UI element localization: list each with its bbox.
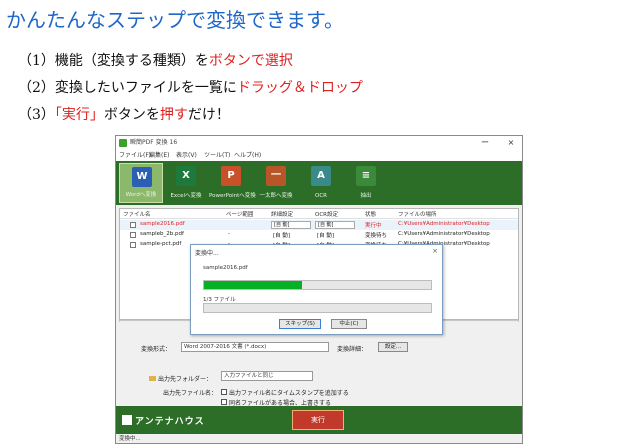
file-checkbox[interactable] [130,242,136,248]
current-file-name: sample2016.pdf [203,265,248,271]
file-checkbox[interactable] [130,232,136,238]
progress-dialog: 変換中... × sample2016.pdf 1/3 ファイル スキップ(S)… [190,244,443,335]
ocr-label: OCR [315,193,327,199]
antennahouse-logo-icon [122,415,132,425]
file-pages: - [228,231,230,237]
file-status: 変換待ち [365,233,388,239]
word-convert-button[interactable]: W Wordへ変換 [119,163,163,203]
file-location: C:¥Users¥Administrator¥Desktop [398,231,490,237]
menu-file[interactable]: ファイル(F) [119,150,151,161]
minimize-button[interactable]: ー [478,136,492,150]
ribbon-toolbar: W Wordへ変換 X Excelへ変換 P PowerPointへ変換 一 一… [116,161,522,205]
powerpoint-convert-button[interactable]: P PowerPointへ変換 [209,163,256,203]
output-folder-select[interactable]: 入力ファイルと同じ [221,371,313,381]
step-2-highlight: ドラッグ＆ドロップ [236,80,363,96]
step-3-lead: （3） [18,107,55,123]
output-folder-label: 出力先フォルダー： [149,374,212,383]
overwrite-checkbox[interactable] [221,399,227,405]
dialog-close-icon[interactable]: × [432,247,438,255]
file-count: 1/3 ファイル [203,297,236,303]
file-location: C:¥Users¥Administrator¥Desktop [398,221,490,227]
word-convert-label: Wordへ変換 [125,192,157,198]
file-row[interactable]: sampleb_2b.pdf - [自 動] [自 動] 変換待ち C:¥Use… [120,230,518,240]
ocr-button[interactable]: A OCR [299,163,343,203]
file-name: sample2016.pdf [140,221,185,227]
ocr-icon: A [311,166,331,186]
step-1: （1）機能（変換する種類）をボタンで選択 [18,50,293,70]
file-name: sample-pct.pdf [140,241,182,247]
folder-icon [149,376,156,381]
menu-bar: ファイル(F) 編集(E) 表示(V) ツール(T) ヘルプ(H) [116,150,522,161]
step-2: （2）変換したいファイルを一覧にドラッグ＆ドロップ [18,77,363,97]
extract-label: 抽出 [360,193,372,199]
output-filename-label: 出力先ファイル名： [163,390,218,397]
file-name: sampleb_2b.pdf [140,231,184,237]
menu-help[interactable]: ヘルプ(H) [234,150,261,161]
window-title: 瞬簡PDF 変換 16 [130,139,178,146]
powerpoint-convert-label: PowerPointへ変換 [209,193,256,199]
col-detail[interactable]: 詳細設定 [271,210,293,218]
file-status: 実行中 [365,223,382,229]
ichitaro-icon: 一 [266,166,286,186]
timestamp-checkbox[interactable] [221,389,227,395]
col-status[interactable]: 状態 [365,210,376,218]
step-3-mid: ボタンを [103,107,160,123]
dialog-title: 変換中... [195,250,219,257]
col-filename[interactable]: ファイル名 [123,210,151,218]
excel-convert-button[interactable]: X Excelへ変換 [164,163,208,203]
col-ocr[interactable]: OCR設定 [315,210,338,218]
word-icon: W [132,167,152,187]
step-3-highlight: 押す [159,107,188,123]
file-progress-fill [204,281,302,289]
brand-name: アンテナハウス [135,417,205,427]
ichitaro-convert-label: 一太郎へ変換 [259,193,293,199]
step-3-quoted: 「実行」 [54,107,104,123]
step-3: （3）「実行」ボタンを押すだけ！ [18,104,230,124]
menu-edit[interactable]: 編集(E) [149,150,169,161]
format-detail-label: 変換詳細： [337,346,368,353]
step-3-tail: だけ！ [187,107,230,123]
powerpoint-icon: P [221,166,241,186]
ocr-select[interactable]: [自 動] [315,221,355,229]
brand-logo: アンテナハウス [122,414,205,427]
extract-button[interactable]: ≡ 抽出 [344,163,388,203]
skip-button[interactable]: スキップ(S) [279,319,321,329]
detail-value[interactable]: [自 動] [273,231,290,239]
format-label: 変換形式： [141,346,172,353]
step-1-text: （1）機能（変換する種類）を [18,53,209,69]
step-1-highlight: ボタンで選択 [208,53,293,69]
excel-convert-label: Excelへ変換 [170,193,202,199]
excel-icon: X [176,166,196,186]
file-list-header: ファイル名 ページ範囲 詳細設定 OCR設定 状態 ファイルの場所 [120,209,518,219]
col-pages[interactable]: ページ範囲 [226,210,253,218]
bottom-bar: アンテナハウス 実行 [116,406,522,434]
title-bar: 瞬簡PDF 変換 16 ー × [116,136,522,150]
timestamp-option-label: 出力ファイル名にタイムスタンプを追加する [229,390,349,397]
step-2-text: （2）変換したいファイルを一覧に [18,80,237,96]
menu-tools[interactable]: ツール(T) [204,150,230,161]
col-location[interactable]: ファイルの場所 [398,210,437,218]
close-button[interactable]: × [504,136,518,150]
ocr-value[interactable]: [自 動] [317,231,334,239]
cancel-button[interactable]: 中止(C) [331,319,367,329]
page-headline: かんたんなステップで変換できます。 [6,8,344,32]
file-checkbox[interactable] [130,222,136,228]
app-icon [119,139,127,147]
detail-select[interactable]: [自 動] [271,221,311,229]
output-folder-text: 出力先フォルダー： [158,376,213,383]
file-progress-bar [203,280,432,290]
format-select[interactable]: Word 2007-2016 文書 (*.docx) [181,342,329,352]
format-detail-button[interactable]: 設定... [378,342,408,352]
ichitaro-convert-button[interactable]: 一 一太郎へ変換 [254,163,298,203]
run-button[interactable]: 実行 [292,410,344,430]
menu-view[interactable]: 表示(V) [176,150,197,161]
status-bar: 変換中... [116,434,522,443]
extract-icon: ≡ [356,166,376,186]
file-row[interactable]: sample2016.pdf [自 動] [自 動] 実行中 C:¥Users¥… [120,220,518,230]
overall-progress-bar [203,303,432,313]
